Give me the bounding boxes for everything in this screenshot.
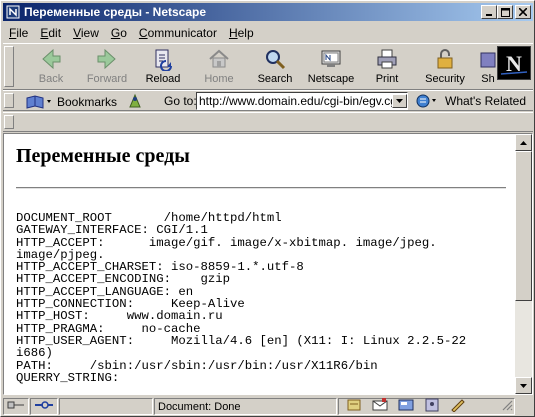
whats-related-label: What's Related: [445, 94, 526, 108]
location-toolbar: Bookmarks Go to: http://www.domain.edu/c…: [3, 90, 533, 111]
page-body: Переменные среды DOCUMENT_ROOT /home/htt…: [4, 134, 515, 394]
home-button[interactable]: Home: [193, 47, 245, 89]
menu-help[interactable]: Help: [229, 26, 254, 40]
forward-button[interactable]: Forward: [81, 47, 133, 89]
whats-related-button[interactable]: What's Related: [415, 92, 526, 110]
menu-bar: File Edit View Go Communicator Help: [3, 23, 533, 42]
lock-icon: [433, 47, 457, 71]
composer-icon[interactable]: [449, 398, 467, 415]
reload-label: Reload: [145, 73, 181, 85]
back-arrow-icon: [39, 47, 63, 71]
url-dropdown-button[interactable]: [392, 94, 407, 108]
whats-related-icon: [415, 93, 441, 109]
shop-label: Sh: [481, 73, 495, 85]
security-button[interactable]: Security: [419, 47, 471, 89]
mail-icon[interactable]: [371, 398, 389, 415]
location-grip[interactable]: [4, 93, 14, 108]
status-bar: Document: Done: [3, 397, 533, 416]
bookmarks-icon: [25, 94, 53, 110]
menu-go[interactable]: Go: [111, 26, 127, 40]
menu-communicator-mnemonic: C: [138, 25, 148, 40]
newsgroups-icon[interactable]: [397, 398, 415, 415]
progress-cell: [59, 398, 153, 415]
reload-button[interactable]: Reload: [137, 47, 189, 89]
title-bar: Переменные среды - Netscape: [3, 3, 533, 21]
page-heading: Переменные среды: [16, 145, 190, 167]
scroll-up-button[interactable]: [515, 134, 532, 151]
menu-communicator[interactable]: Communicator: [139, 26, 217, 40]
back-button[interactable]: Back: [25, 47, 77, 89]
goto-label: Go to:: [164, 94, 197, 108]
bookmarks-button[interactable]: Bookmarks: [25, 93, 117, 110]
scroll-down-button[interactable]: [515, 377, 532, 394]
search-icon: [263, 47, 287, 71]
print-button[interactable]: Print: [361, 47, 413, 89]
menu-help-rest: elp: [237, 25, 254, 40]
menu-communicator-rest: ommunicator: [147, 25, 217, 40]
menu-view-mnemonic: V: [73, 25, 81, 40]
menu-go-rest: o: [120, 25, 127, 40]
search-label: Search: [257, 73, 293, 85]
menu-view-rest: iew: [80, 25, 99, 40]
security-label: Security: [425, 73, 465, 85]
netscape-label: Netscape: [307, 73, 355, 85]
reload-icon: [151, 47, 175, 71]
window-title: Переменные среды - Netscape: [24, 5, 207, 19]
personal-toolbar: [3, 112, 533, 132]
toolbar-grip[interactable]: [4, 46, 14, 87]
address-book-icon[interactable]: [423, 398, 441, 415]
location-icon[interactable]: [127, 93, 143, 112]
vertical-scrollbar[interactable]: [515, 134, 532, 394]
status-text-cell: Document: Done: [154, 398, 337, 415]
env-variables-text: DOCUMENT_ROOT /home/httpd/html GATEWAY_I…: [16, 211, 467, 385]
netscape-app-icon[interactable]: [5, 4, 21, 20]
menu-view[interactable]: View: [73, 26, 99, 40]
back-label: Back: [38, 73, 64, 85]
content-frame: Переменные среды DOCUMENT_ROOT /home/htt…: [3, 133, 533, 395]
print-icon: [375, 47, 399, 71]
netscape-button[interactable]: Netscape: [305, 47, 357, 89]
menu-edit-rest: dit: [48, 25, 62, 40]
personal-toolbar-grip[interactable]: [4, 115, 14, 129]
browser-window: Переменные среды - Netscape File Edit Vi…: [0, 0, 535, 417]
menu-file[interactable]: File: [9, 26, 28, 40]
bookmarks-label: Bookmarks: [57, 94, 118, 109]
url-input[interactable]: http://www.domain.edu/cgi-bin/egv.cgi: [196, 92, 408, 110]
maximize-button[interactable]: [497, 5, 513, 19]
resize-grip-icon[interactable]: [501, 399, 513, 414]
component-bar: [338, 398, 515, 415]
menu-edit[interactable]: Edit: [40, 26, 61, 40]
scroll-thumb[interactable]: [515, 151, 532, 301]
connection-cell: [3, 398, 29, 415]
close-button[interactable]: [515, 5, 531, 19]
security-status-cell[interactable]: [30, 398, 58, 415]
home-icon: [207, 47, 231, 71]
search-button[interactable]: Search: [249, 47, 301, 89]
navigation-toolbar: Back Forward Reload Home Search Netscape…: [3, 43, 533, 90]
menu-file-rest: ile: [16, 25, 29, 40]
status-text: Document: Done: [158, 400, 241, 413]
forward-label: Forward: [86, 73, 128, 85]
menu-go-mnemonic: G: [110, 25, 121, 40]
print-label: Print: [375, 73, 399, 85]
menu-help-mnemonic: H: [228, 25, 238, 40]
unlocked-icon: [34, 400, 54, 413]
netscape-icon: [319, 47, 343, 71]
home-label: Home: [204, 73, 234, 85]
minimize-button[interactable]: [481, 5, 497, 19]
navigator-icon[interactable]: [345, 398, 363, 415]
divider: [16, 187, 506, 189]
netscape-logo[interactable]: N: [497, 46, 531, 80]
connection-icon: [7, 400, 25, 413]
forward-arrow-icon: [95, 47, 119, 71]
